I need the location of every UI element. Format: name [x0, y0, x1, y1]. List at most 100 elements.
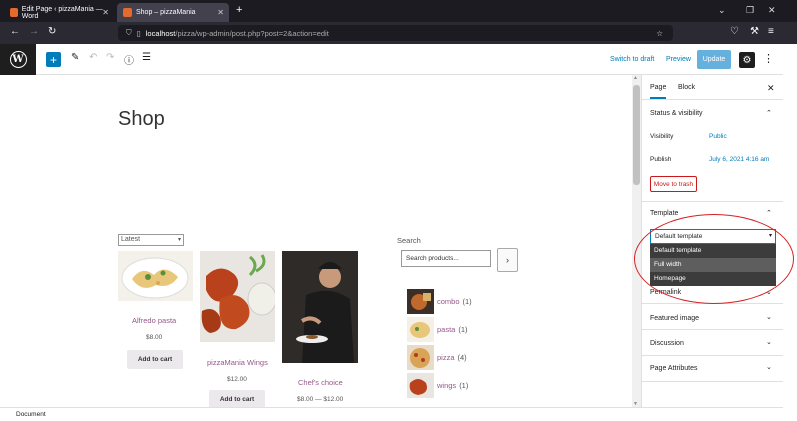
info-icon[interactable]: ⓘ: [124, 52, 134, 67]
category-count: (1): [462, 297, 472, 306]
browser-nav-bar: ← → ↻ ⛉ ▯ localhost/pizza/wp-admin/post.…: [0, 22, 797, 44]
update-button[interactable]: Update: [697, 50, 731, 69]
category-item[interactable]: pasta (1): [407, 317, 468, 342]
publish-date-link[interactable]: July 6, 2021 4:16 am: [709, 156, 769, 163]
pizza-thumbnail-icon: [407, 345, 434, 370]
product-name-link[interactable]: Chef's choice: [298, 378, 343, 387]
featured-image-toggle[interactable]: Featured image: [650, 315, 699, 322]
category-name-link[interactable]: pizza: [437, 353, 455, 362]
sort-select[interactable]: Latest ▾: [118, 234, 184, 246]
chevron-down-icon: ▾: [177, 237, 181, 243]
editor-scrollbar[interactable]: ▲ ▼: [632, 75, 641, 407]
browser-tab-label: Shop – pizzaMania: [136, 9, 196, 16]
search-submit-button[interactable]: ›: [497, 248, 518, 272]
add-block-button[interactable]: +: [46, 52, 61, 67]
menu-icon[interactable]: ≡: [768, 26, 774, 37]
section-divider: [642, 355, 784, 356]
list-view-icon[interactable]: ☰: [142, 52, 151, 63]
chevron-down-icon: ▾: [768, 233, 772, 239]
redo-icon[interactable]: ↷: [106, 52, 114, 63]
wordpress-logo-icon[interactable]: W: [0, 44, 36, 75]
template-dropdown: Default template Full width Homepage: [650, 244, 776, 286]
preview-button[interactable]: Preview: [666, 56, 691, 63]
chef-image-icon[interactable]: [282, 251, 358, 363]
category-count: (4): [457, 353, 467, 362]
category-item[interactable]: wings (1): [407, 373, 468, 398]
product-card: Alfredo pasta $8.00 Add to cart: [118, 251, 193, 371]
screen: Edit Page ‹ pizzaMania — Word ✕ Shop – p…: [0, 0, 797, 421]
new-tab-icon[interactable]: +: [236, 4, 242, 16]
undo-icon[interactable]: ↶: [89, 52, 97, 63]
page-attributes-toggle[interactable]: Page Attributes: [650, 365, 697, 372]
breadcrumb-document[interactable]: Document: [16, 411, 46, 418]
scrollbar-thumb[interactable]: [633, 85, 640, 185]
chevron-down-icon[interactable]: ⌄: [718, 5, 726, 16]
chevron-up-icon[interactable]: ⌃: [766, 109, 772, 117]
chevron-down-icon[interactable]: ⌄: [766, 288, 772, 296]
pencil-icon[interactable]: ✎: [71, 52, 79, 63]
tab-page[interactable]: Page: [650, 84, 667, 99]
product-name-link[interactable]: Alfredo pasta: [132, 316, 176, 325]
wings-image-icon[interactable]: [200, 251, 275, 342]
category-name-link[interactable]: wings: [437, 381, 456, 390]
status-visibility-toggle[interactable]: Status & visibility: [650, 110, 703, 117]
close-icon[interactable]: ✕: [767, 83, 775, 94]
add-to-cart-button[interactable]: Add to cart: [127, 350, 183, 369]
settings-gear-icon[interactable]: ⚙: [739, 52, 755, 68]
template-option-full-width[interactable]: Full width: [650, 258, 776, 272]
editor-toolbar: W + ✎ ↶ ↷ ⓘ ☰ Switch to draft Preview Up…: [0, 44, 783, 75]
restore-window-icon[interactable]: ❐: [746, 5, 754, 16]
template-toggle[interactable]: Template: [650, 210, 678, 217]
bookmark-star-icon[interactable]: ☆: [656, 29, 663, 38]
category-name-link[interactable]: combo: [437, 297, 460, 306]
permalink-toggle[interactable]: Permalink: [650, 289, 681, 296]
move-to-trash-button[interactable]: Move to trash: [650, 176, 697, 192]
product-price: $8.00: [146, 334, 163, 341]
tab-block[interactable]: Block: [678, 84, 695, 91]
category-item[interactable]: combo (1): [407, 289, 472, 314]
browser-tab-edit-page[interactable]: Edit Page ‹ pizzaMania — Word ✕: [4, 3, 114, 22]
address-bar[interactable]: ⛉ ▯ localhost/pizza/wp-admin/post.php?po…: [118, 25, 673, 41]
forward-arrow-icon[interactable]: →: [29, 26, 39, 37]
publish-label: Publish: [650, 156, 672, 163]
add-to-cart-button[interactable]: Add to cart: [209, 390, 265, 407]
search-products-input[interactable]: Search products...: [401, 250, 491, 267]
switch-to-draft-button[interactable]: Switch to draft: [610, 56, 654, 63]
block-breadcrumb: Document: [0, 407, 783, 421]
product-card: Chef's choice $8.00 — $12.00: [282, 251, 358, 407]
window-right-gutter: [783, 44, 797, 421]
product-card: pizzaMania Wings $12.00 Add to cart: [200, 251, 275, 407]
discussion-toggle[interactable]: Discussion: [650, 340, 684, 347]
template-select-value: Default template: [655, 233, 703, 240]
chevron-down-icon[interactable]: ⌄: [766, 363, 772, 371]
category-name-link[interactable]: pasta: [437, 325, 455, 334]
site-favicon-icon: [123, 8, 132, 17]
pasta-image-icon[interactable]: [118, 251, 193, 301]
chevron-down-icon[interactable]: ⌄: [766, 338, 772, 346]
settings-sidebar: Page Block ✕ Status & visibility ⌃ Visib…: [641, 75, 784, 407]
chevron-up-icon[interactable]: ⌃: [766, 209, 772, 217]
template-select[interactable]: Default template ▾: [650, 229, 776, 244]
template-option-homepage[interactable]: Homepage: [650, 272, 776, 286]
editor-canvas: Shop Latest ▾ Alfredo pasta $8.00 Add to…: [0, 75, 632, 407]
chevron-down-icon[interactable]: ⌄: [766, 313, 772, 321]
product-name-link[interactable]: pizzaMania Wings: [207, 358, 268, 367]
back-arrow-icon[interactable]: ←: [10, 26, 20, 37]
template-option-default[interactable]: Default template: [650, 244, 776, 258]
page-title[interactable]: Shop: [118, 108, 165, 131]
section-divider: [642, 201, 784, 202]
visibility-value-link[interactable]: Public: [709, 133, 727, 140]
close-window-icon[interactable]: ✕: [768, 5, 776, 16]
close-tab-icon[interactable]: ✕: [102, 8, 109, 17]
extensions-icon[interactable]: ⚒: [750, 26, 759, 37]
category-count: (1): [458, 325, 468, 334]
reload-icon[interactable]: ↻: [48, 26, 56, 37]
scroll-up-icon[interactable]: ▲: [633, 75, 638, 81]
more-options-icon[interactable]: ⋮: [763, 52, 774, 65]
pocket-icon[interactable]: ♡: [730, 26, 739, 37]
browser-tab-shop[interactable]: Shop – pizzaMania ✕: [117, 3, 229, 22]
page-icon: ▯: [136, 28, 141, 38]
close-tab-icon[interactable]: ✕: [217, 8, 224, 17]
section-divider: [642, 303, 784, 304]
category-item[interactable]: pizza (4): [407, 345, 467, 370]
